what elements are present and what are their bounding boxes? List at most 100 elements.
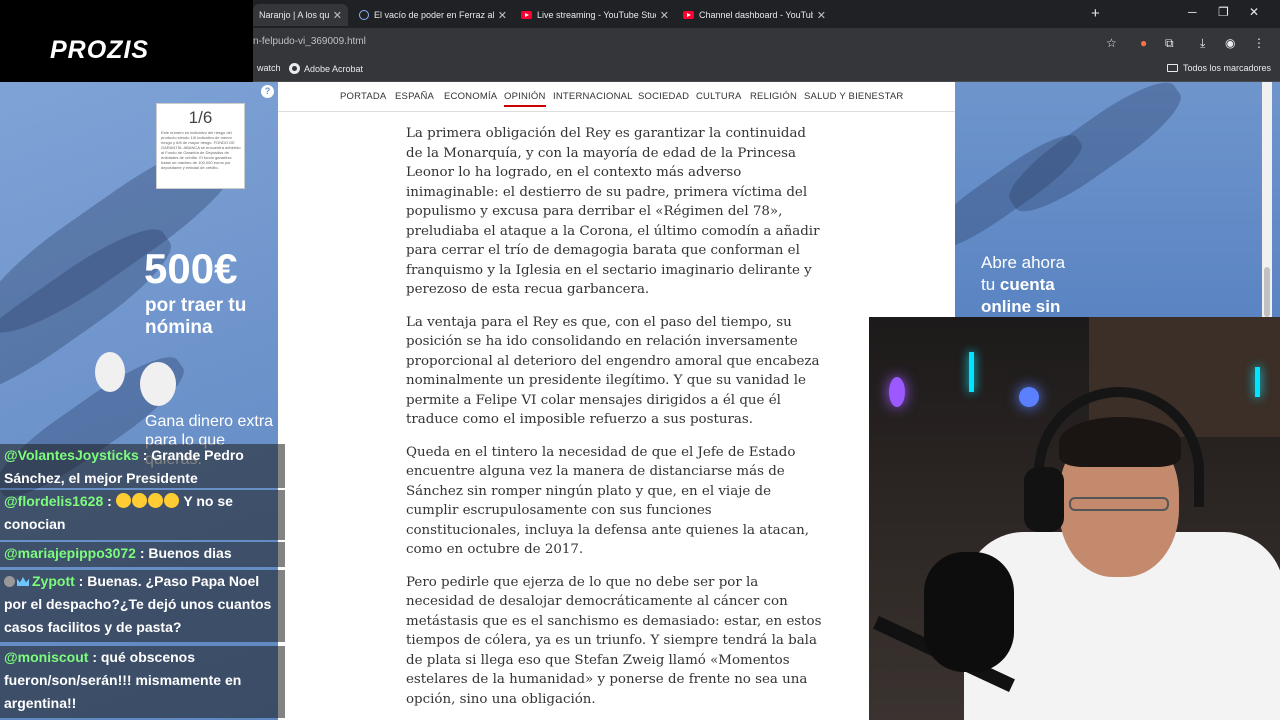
nav-religion[interactable]: RELIGIÓN — [750, 91, 797, 102]
tab-live-streaming[interactable]: Live streaming - YouTube Studi ✕ — [515, 4, 675, 26]
extensions-icon[interactable]: ⧉ — [1165, 36, 1174, 51]
bookmark-adobe-acrobat[interactable]: Adobe Acrobat — [289, 63, 363, 74]
nav-portada[interactable]: PORTADA — [340, 91, 386, 102]
article-line: traduce como el imposible refuerzo a sus… — [406, 412, 753, 427]
article-line: La primera obligación del Rey es garanti… — [406, 126, 806, 141]
article-line: para cerrar el trío de demagogia barata … — [406, 243, 800, 258]
article-line: permite a Felipe VI colar mensajes dirig… — [406, 392, 781, 408]
ad-amount: 500€ — [144, 245, 238, 292]
article-line: inimaginable: el destierro de su padre, … — [406, 184, 808, 200]
article-line: preludiaba el ataque a la Corona, el últ… — [406, 223, 820, 239]
webcam-feed — [869, 317, 1280, 720]
nav-cultura[interactable]: CULTURA — [696, 91, 742, 102]
article-paragraph: La ventaja para el Rey es que, con el pa… — [406, 313, 831, 430]
tab-active[interactable]: Naranjo | A los que ✕ — [253, 4, 348, 26]
youtube-icon — [683, 11, 694, 19]
nav-sociedad[interactable]: SOCIEDAD — [638, 91, 689, 102]
tab-close-icon[interactable]: ✕ — [813, 9, 826, 22]
ad-right-line2: tu cuenta — [981, 274, 1121, 296]
article-line: como en octubre de 2017. — [406, 542, 584, 557]
article-line: La ventaja para el Rey es que, con el pa… — [406, 314, 792, 330]
bookmark-label: Adobe Acrobat — [304, 63, 364, 74]
nav-internacional[interactable]: INTERNACIONAL — [553, 91, 633, 102]
profile-avatar[interactable]: ◉ — [1225, 36, 1235, 50]
tab-close-icon[interactable]: ✕ — [329, 9, 342, 22]
tab-vacio-poder[interactable]: El vacío de poder en Ferraz alie ✕ — [353, 4, 513, 26]
article-page: PORTADA ESPAÑA ECONOMÍA OPINIÓN INTERNAC… — [278, 82, 955, 720]
chat-message: @VolantesJoysticks : Grande Pedro Sánche… — [0, 444, 285, 488]
laughing-emoji-icon — [163, 493, 179, 508]
chat-user: Zypott — [32, 573, 75, 589]
article-paragraph: Pero pedirle que ejerza de lo que no deb… — [406, 573, 831, 710]
globe-icon — [359, 10, 369, 20]
maximize-button[interactable]: ❐ — [1218, 5, 1229, 19]
chat-user: @mariajepippo3072 — [4, 545, 136, 561]
chat-message: @flordelis1628 : Y no se conocian — [0, 490, 285, 540]
article-line: necesidad de desalojar democráticamente … — [406, 594, 788, 609]
prozis-logo: PROZIS — [50, 36, 150, 64]
article-line: metástasis que es el sanchismo es demasi… — [406, 613, 822, 629]
chat-message: @moniscout : qué obscenos fueron/son/ser… — [0, 646, 285, 718]
extension-flame-icon[interactable]: ● — [1140, 36, 1147, 50]
bookmark-watch[interactable]: watch — [257, 63, 281, 73]
ad-right-line2-bold: cuenta — [999, 275, 1055, 294]
article-line: Queda en el tintero la necesidad de que … — [406, 444, 796, 460]
site-nav: PORTADA ESPAÑA ECONOMÍA OPINIÓN INTERNAC… — [278, 82, 955, 112]
laughing-emoji-icon — [131, 493, 147, 508]
all-bookmarks-label: Todos los marcadores — [1183, 63, 1272, 73]
new-tab-button[interactable]: + — [1091, 5, 1100, 22]
address-bar: n-felpudo-vi_369009.html ☆ ● ⧉ ⤓ ◉ ⋮ — [253, 28, 1280, 58]
chat-text: : Buenos dias — [139, 545, 232, 561]
folder-icon — [1167, 64, 1178, 72]
chat-user: @moniscout — [4, 649, 89, 665]
tab-title: Live streaming - YouTube Studi — [537, 10, 656, 20]
nav-economia[interactable]: ECONOMÍA — [444, 91, 497, 102]
ad-right-line1: Abre ahora — [981, 253, 1066, 272]
cyan-led-light — [969, 352, 974, 392]
nav-espana[interactable]: ESPAÑA — [395, 91, 434, 102]
article-paragraph: Queda en el tintero la necesidad de que … — [406, 443, 831, 560]
article-line: encuentre alguna vez la manera de distan… — [406, 464, 785, 479]
ad-child-figure — [140, 362, 176, 406]
article-line: opción, sino una obligación. — [406, 691, 596, 707]
article-line: populismo y excusa para derribar el «Rég… — [406, 204, 783, 219]
article-line: de plata si llega eso que Stefan Zweig l… — [406, 652, 790, 668]
menu-kebab-icon[interactable]: ⋮ — [1253, 36, 1265, 50]
nav-opinion[interactable]: OPINIÓN — [504, 91, 546, 107]
article-paragraph: La primera obligación del Rey es garanti… — [406, 124, 831, 300]
article-line: de la Monarquía, y con la mayoría de eda… — [406, 145, 796, 161]
risk-indicator-box: 1/6 Este número es indicativo del riesgo… — [156, 103, 245, 189]
ad-banner-right[interactable]: Abre ahora tu cuenta online sin — [955, 82, 1280, 317]
article-line: proporcional al deterioro del engendro a… — [406, 353, 820, 369]
chat-message: @mariajepippo3072 : Buenos dias — [0, 542, 285, 567]
article-line: Leonor lo ha logrado, en el contexto más… — [406, 165, 742, 180]
blue-led-light — [1019, 387, 1039, 407]
risk-indicator: 1/6 — [188, 108, 213, 127]
ad-help-icon[interactable]: ? — [261, 85, 274, 98]
article-line: Pero pedirle que ejerza de lo que no deb… — [406, 574, 759, 590]
tab-title: El vacío de poder en Ferraz alie — [374, 10, 494, 20]
scroll-thumb[interactable] — [1264, 267, 1270, 317]
tab-close-icon[interactable]: ✕ — [656, 9, 669, 22]
page-scrollbar[interactable] — [1262, 82, 1272, 317]
nav-salud-bienestar[interactable]: SALUD Y BIENESTAR — [804, 91, 904, 102]
chat-user: @VolantesJoysticks — [4, 447, 139, 463]
all-bookmarks[interactable]: Todos los marcadores — [1167, 63, 1271, 73]
article-line: Sánchez sin romper ningún plato y que, e… — [406, 483, 772, 499]
article-line: perezoso de esta recua garbancera. — [406, 282, 650, 297]
ad-right-line2-pre: tu — [981, 275, 1000, 294]
article-line: estelares de la humanidad» y ponerse de … — [406, 672, 808, 687]
chat-separator: : — [107, 493, 116, 509]
avatar — [4, 576, 15, 587]
close-window-button[interactable]: ✕ — [1249, 5, 1259, 19]
ad-child-figure — [95, 352, 125, 392]
star-icon[interactable]: ☆ — [1106, 36, 1117, 50]
laughing-emoji-icon — [147, 493, 163, 508]
tab-channel-dashboard[interactable]: Channel dashboard - YouTube ✕ — [677, 4, 832, 26]
minimize-button[interactable]: ─ — [1188, 5, 1197, 19]
url-field[interactable]: n-felpudo-vi_369009.html — [253, 36, 366, 47]
risk-disclaimer: Este número es indicativo del riesgo del… — [161, 130, 241, 170]
tab-close-icon[interactable]: ✕ — [494, 9, 507, 22]
tab-title: Naranjo | A los que — [259, 10, 329, 20]
download-icon[interactable]: ⤓ — [1200, 36, 1205, 51]
